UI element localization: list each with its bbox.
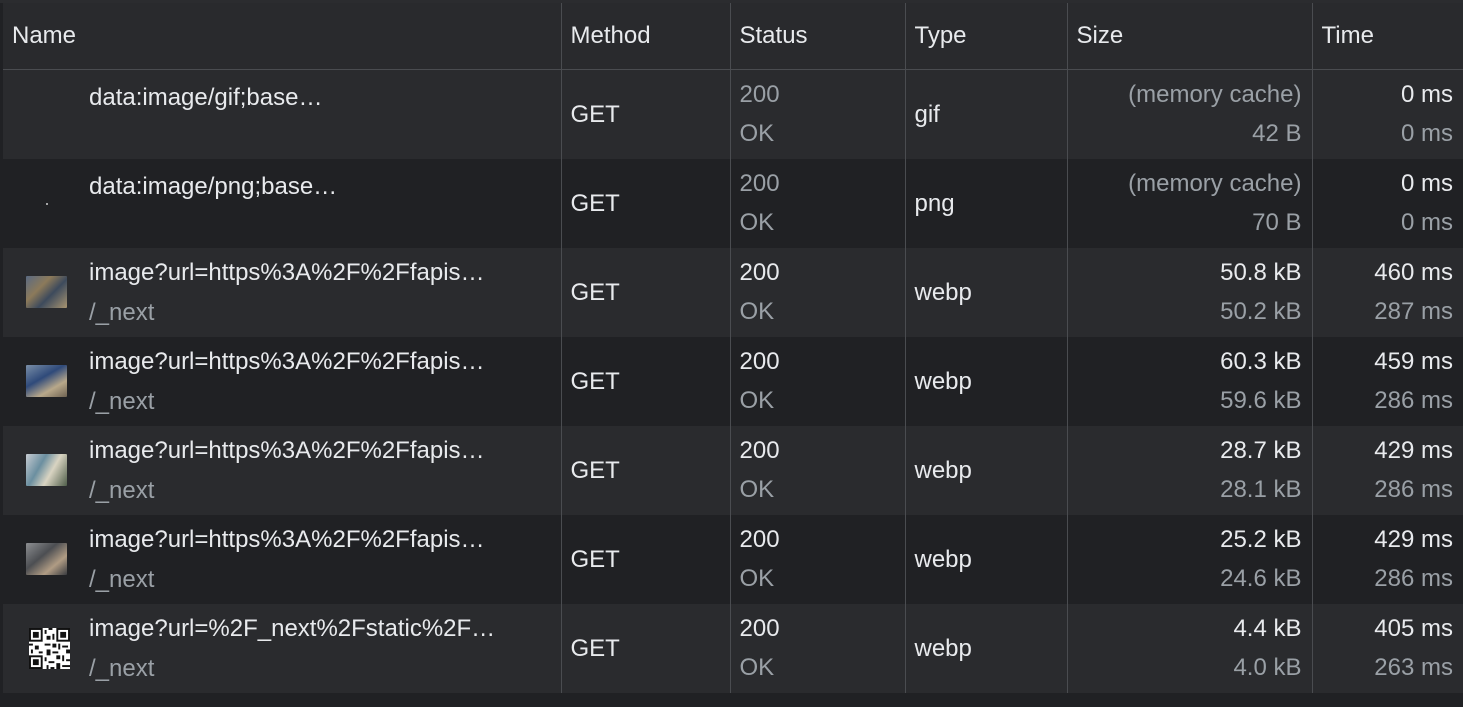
- status-code: 200: [739, 170, 780, 197]
- size-transferred: 50.8 kB: [1220, 259, 1302, 286]
- time-total: 429 ms: [1374, 526, 1453, 553]
- size-resource: 28.1 kB: [1220, 476, 1302, 503]
- request-method: GET: [561, 604, 731, 693]
- time-latency: 286 ms: [1374, 565, 1453, 592]
- request-method: GET: [561, 426, 731, 515]
- request-method: GET: [561, 515, 731, 604]
- size-transferred: (memory cache): [1128, 81, 1302, 108]
- request-type: webp: [905, 515, 1068, 604]
- request-initiator: /_next: [89, 388, 155, 415]
- status-text: OK: [739, 565, 775, 592]
- request-name: image?url=https%3A%2F%2Ffapis…: [89, 526, 485, 553]
- request-method: GET: [561, 337, 731, 426]
- column-header-size[interactable]: Size: [1067, 3, 1313, 70]
- status-code: 200: [739, 437, 780, 464]
- network-panel: Name Method Status Type Size Time data:i…: [0, 0, 1463, 707]
- time-latency: 0 ms: [1400, 120, 1453, 147]
- request-method: GET: [561, 248, 731, 337]
- request-name: image?url=https%3A%2F%2Ffapis…: [89, 437, 485, 464]
- qr-code-thumbnail-icon: [29, 628, 70, 669]
- status-code: 200: [739, 526, 780, 553]
- column-header-status[interactable]: Status: [730, 3, 906, 70]
- request-type: png: [905, 159, 1068, 248]
- time-total: 405 ms: [1374, 615, 1453, 642]
- time-total: 0 ms: [1400, 81, 1453, 108]
- status-code: 200: [739, 615, 780, 642]
- size-resource: 59.6 kB: [1220, 387, 1302, 414]
- table-row[interactable]: data:image/png;base… GET 200 OK png (mem…: [3, 159, 1463, 248]
- size-transferred: 25.2 kB: [1220, 526, 1302, 553]
- network-request-table: Name Method Status Type Size Time data:i…: [3, 3, 1463, 693]
- request-name: data:image/gif;base…: [89, 84, 323, 111]
- image-thumbnail-icon: [26, 543, 67, 575]
- request-initiator: /_next: [89, 477, 155, 504]
- status-code: 200: [739, 348, 780, 375]
- time-total: 0 ms: [1400, 170, 1453, 197]
- time-latency: 0 ms: [1400, 209, 1453, 236]
- image-thumbnail-icon: [26, 365, 67, 397]
- size-transferred: (memory cache): [1128, 170, 1302, 197]
- size-transferred: 4.4 kB: [1233, 615, 1302, 642]
- column-header-time[interactable]: Time: [1312, 3, 1463, 70]
- status-text: OK: [739, 120, 775, 147]
- time-total: 459 ms: [1374, 348, 1453, 375]
- column-header-method[interactable]: Method: [561, 3, 731, 70]
- request-type: webp: [905, 426, 1068, 515]
- table-row[interactable]: image?url=https%3A%2F%2Ffapis… /_next GE…: [3, 426, 1463, 515]
- status-code: 200: [739, 81, 780, 108]
- size-resource: 4.0 kB: [1233, 654, 1302, 681]
- request-type: webp: [905, 248, 1068, 337]
- status-code: 200: [739, 259, 780, 286]
- size-resource: 42 B: [1252, 120, 1302, 147]
- request-initiator: /_next: [89, 655, 155, 682]
- time-latency: 263 ms: [1374, 654, 1453, 681]
- status-text: OK: [739, 654, 775, 681]
- size-resource: 70 B: [1252, 209, 1302, 236]
- request-name: image?url=https%3A%2F%2Ffapis…: [89, 348, 485, 375]
- status-text: OK: [739, 476, 775, 503]
- size-resource: 50.2 kB: [1220, 298, 1302, 325]
- table-row[interactable]: image?url=https%3A%2F%2Ffapis… /_next GE…: [3, 337, 1463, 426]
- size-resource: 24.6 kB: [1220, 565, 1302, 592]
- png-thumbnail-icon: [46, 203, 48, 205]
- status-text: OK: [739, 387, 775, 414]
- time-total: 429 ms: [1374, 437, 1453, 464]
- request-name: data:image/png;base…: [89, 173, 338, 200]
- request-type: gif: [905, 69, 1068, 159]
- request-initiator: /_next: [89, 299, 155, 326]
- time-latency: 287 ms: [1374, 298, 1453, 325]
- table-row[interactable]: image?url=https%3A%2F%2Ffapis… /_next GE…: [3, 248, 1463, 337]
- request-method: GET: [561, 69, 731, 159]
- status-text: OK: [739, 209, 775, 236]
- image-thumbnail-icon: [26, 276, 67, 308]
- image-thumbnail-icon: [26, 454, 67, 486]
- time-latency: 286 ms: [1374, 387, 1453, 414]
- request-name: image?url=https%3A%2F%2Ffapis…: [89, 259, 485, 286]
- table-row[interactable]: image?url=https%3A%2F%2Ffapis… /_next GE…: [3, 515, 1463, 604]
- request-type: webp: [905, 337, 1068, 426]
- request-name: image?url=%2F_next%2Fstatic%2F…: [89, 615, 496, 642]
- request-type: webp: [905, 604, 1068, 693]
- size-transferred: 60.3 kB: [1220, 348, 1302, 375]
- gif-thumbnail-icon: [26, 98, 67, 130]
- time-total: 460 ms: [1374, 259, 1453, 286]
- size-transferred: 28.7 kB: [1220, 437, 1302, 464]
- column-header-name[interactable]: Name: [3, 3, 562, 70]
- time-latency: 286 ms: [1374, 476, 1453, 503]
- table-row[interactable]: image?url=%2F_next%2Fstatic%2F… /_next G…: [3, 604, 1463, 693]
- column-header-type[interactable]: Type: [905, 3, 1068, 70]
- table-header-row: Name Method Status Type Size Time: [3, 3, 1463, 70]
- request-initiator: /_next: [89, 566, 155, 593]
- status-text: OK: [739, 298, 775, 325]
- table-row[interactable]: data:image/gif;base… GET 200 OK gif (mem…: [3, 69, 1463, 159]
- request-method: GET: [561, 159, 731, 248]
